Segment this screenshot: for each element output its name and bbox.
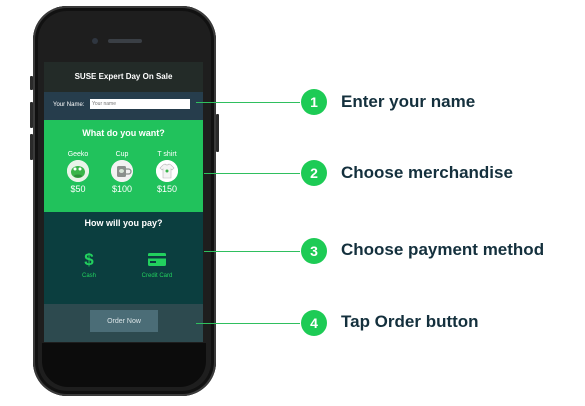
callout-line-3 (204, 251, 300, 252)
merch-item-price: $150 (156, 184, 178, 194)
geeko-plush-icon (67, 160, 89, 182)
payment-heading: How will you pay? (84, 218, 163, 228)
payment-section: How will you pay? $ Cash Credit Card (44, 212, 203, 304)
callout-line-1 (196, 102, 300, 103)
step-text-4: Tap Order button (341, 312, 479, 331)
dollar-icon: $ (74, 250, 104, 270)
step-badge-2: 2 (301, 160, 327, 186)
step-badge-4: 4 (301, 310, 327, 336)
order-now-button[interactable]: Order Now (90, 310, 158, 332)
phone-bottom-bezel (42, 343, 206, 387)
step-badge-1: 1 (301, 89, 327, 115)
app-title: SUSE Expert Day On Sale (44, 62, 203, 92)
merch-item-label: Geeko (67, 151, 89, 158)
svg-text:$: $ (84, 250, 94, 268)
payment-option-label: Credit Card (141, 273, 173, 279)
callout-line-4 (196, 323, 300, 324)
step-text-1: Enter your name (341, 92, 476, 111)
phone-speaker (108, 39, 142, 43)
credit-card-icon (132, 250, 182, 270)
name-input[interactable] (90, 99, 190, 109)
tshirt-icon (156, 160, 178, 182)
name-row: Your Name: (44, 92, 203, 120)
payment-option-label: Cash (81, 273, 96, 279)
merchandise-heading: What do you want? (82, 128, 165, 138)
camera-icon (92, 38, 98, 44)
payment-option-credit-card[interactable]: Credit Card (132, 250, 182, 279)
step-badge-3: 3 (301, 238, 327, 264)
name-label: Your Name: (53, 102, 85, 108)
cup-icon (111, 160, 133, 182)
app-screen: SUSE Expert Day On Sale Your Name: What … (44, 62, 203, 342)
step-text-2: Choose merchandise (341, 163, 513, 182)
merchandise-section: What do you want? Geeko $50 Cup $100 T s… (44, 120, 203, 212)
merch-item-label: T shirt (157, 151, 177, 158)
merch-item-geeko[interactable]: Geeko $50 (63, 150, 93, 194)
callout-line-2 (204, 173, 300, 174)
payment-option-cash[interactable]: $ Cash (74, 250, 104, 279)
order-row: Order Now (44, 304, 203, 342)
merch-item-tshirt[interactable]: T shirt $150 (152, 150, 182, 194)
merch-item-cup[interactable]: Cup $100 (107, 150, 137, 194)
merch-item-price: $50 (70, 184, 86, 194)
merch-item-price: $100 (111, 184, 133, 194)
step-text-3: Choose payment method (341, 240, 545, 259)
merch-item-label: Cup (115, 151, 129, 158)
